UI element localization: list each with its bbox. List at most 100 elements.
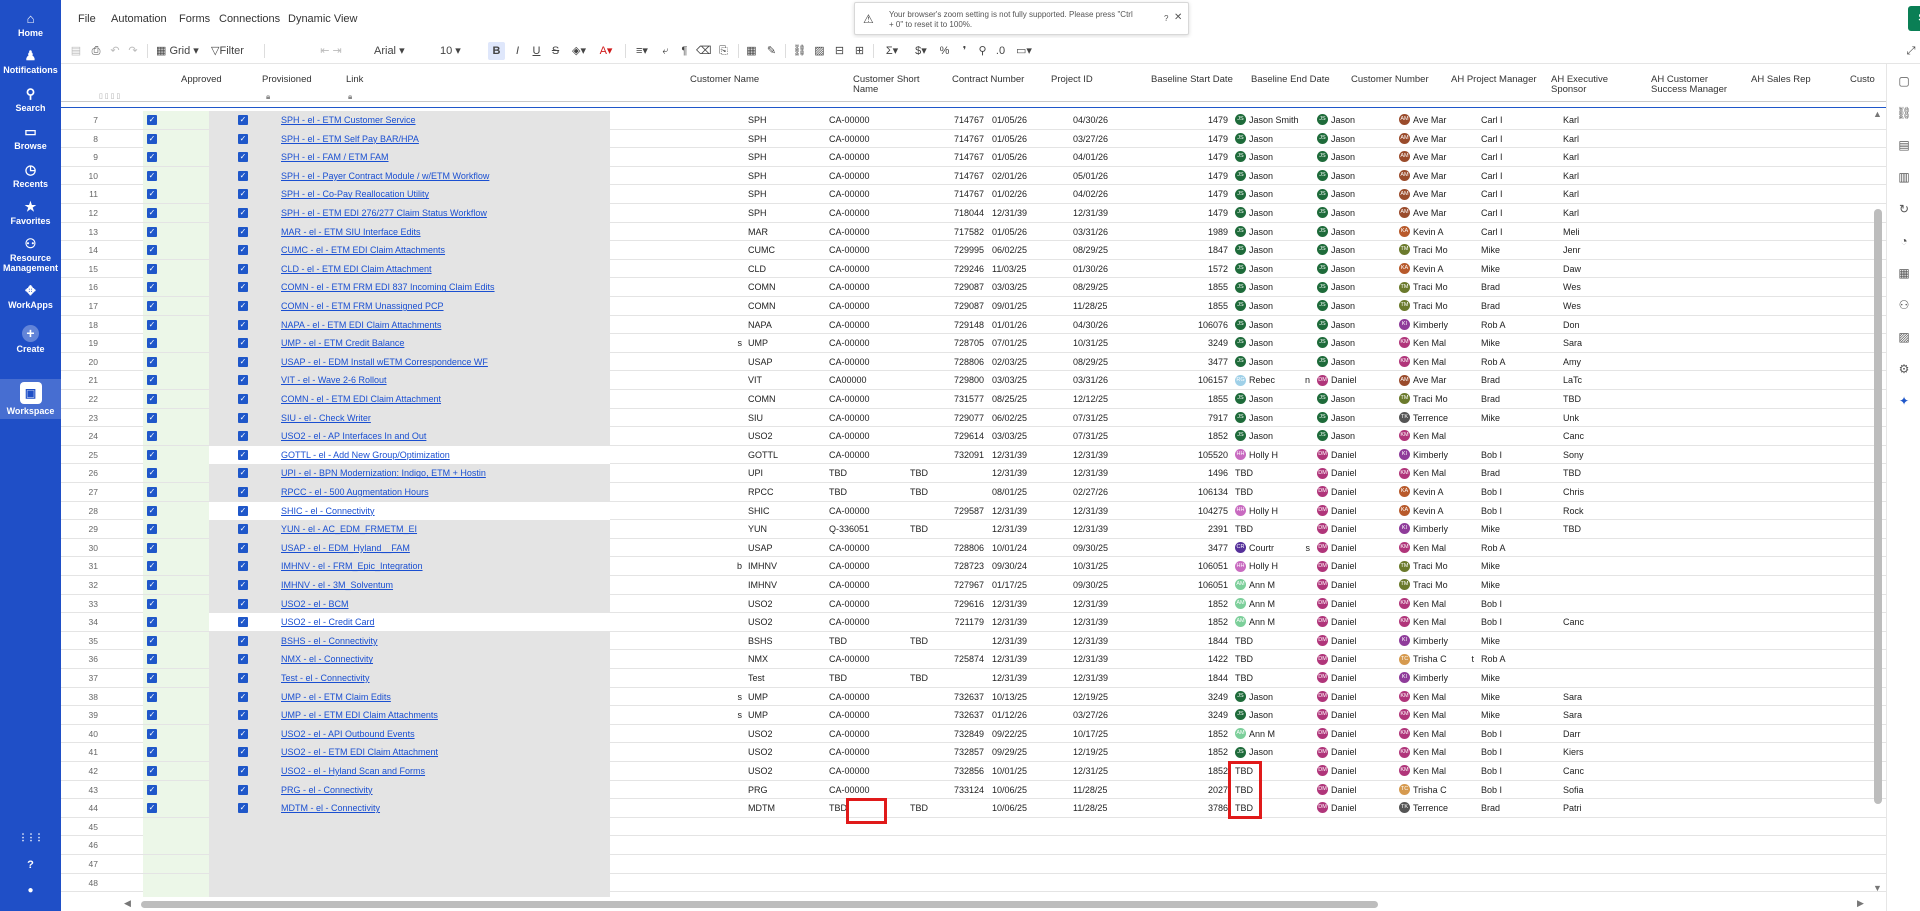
custom-cell[interactable]: Sofia <box>1559 781 1599 799</box>
customer-number-cell[interactable]: 1479 <box>1150 185 1232 203</box>
provisioned-cell[interactable]: ✓ <box>209 464 277 483</box>
indent-icons[interactable]: ⇤ ⇥ <box>307 42 355 60</box>
customer-short-cell[interactable]: USAP <box>744 353 824 371</box>
contract-number-cell[interactable]: TBD <box>825 669 905 687</box>
executive-sponsor-cell[interactable]: JS Jason <box>1313 297 1395 315</box>
customer-short-cell[interactable]: USO2 <box>744 427 824 445</box>
checkbox-checked[interactable]: ✓ <box>147 524 157 535</box>
table-row[interactable]: 19 ✓ ✓ UMP - el - ETM Credit Balance s UMP CA-… <box>61 334 1886 353</box>
project-manager-cell[interactable]: JS Jason <box>1231 223 1313 241</box>
csm-cell[interactable]: KA Kevin A <box>1395 483 1477 501</box>
customer-name-cell[interactable] <box>610 725 744 743</box>
provisioned-cell[interactable]: ✓ <box>209 501 277 520</box>
csm-cell[interactable]: KI Kimberly <box>1395 632 1477 650</box>
scroll-up-icon[interactable]: ▲ <box>1873 109 1882 119</box>
checkbox-checked[interactable]: ✓ <box>238 170 248 181</box>
customer-name-cell[interactable] <box>610 130 744 148</box>
column-header-contract-number[interactable]: Contract Number <box>948 75 1024 85</box>
customer-short-cell[interactable]: PRG <box>744 781 824 799</box>
csm-cell[interactable]: TM Traci Mo <box>1395 576 1477 594</box>
contract-number-cell[interactable]: CA-00000 <box>825 353 905 371</box>
checkbox-checked[interactable]: ✓ <box>147 691 157 702</box>
csm-cell[interactable]: KI Kimberly <box>1395 669 1477 687</box>
checkbox-checked[interactable]: ✓ <box>238 338 248 349</box>
custom-cell[interactable]: Darr <box>1559 725 1599 743</box>
sales-rep-cell[interactable]: Mike <box>1477 557 1559 575</box>
checkbox-checked[interactable]: ✓ <box>238 282 248 293</box>
share-button[interactable]: Share ▾ <box>1908 6 1920 31</box>
connect-icon[interactable]: ⚇ <box>1895 298 1913 312</box>
expand-icon[interactable]: ⤢ <box>1903 42 1919 60</box>
project-manager-cell[interactable]: JS Jason <box>1231 130 1313 148</box>
baseline-start-cell[interactable]: 09/01/25 <box>988 297 1070 315</box>
baseline-end-cell[interactable]: 07/31/25 <box>1069 427 1151 445</box>
executive-sponsor-cell[interactable]: DM Daniel <box>1313 520 1395 538</box>
provisioned-cell[interactable]: ✓ <box>209 315 277 334</box>
sales-rep-cell[interactable]: Brad <box>1477 371 1559 389</box>
csm-cell[interactable]: TM Traci Mo <box>1395 390 1477 408</box>
csm-cell[interactable]: AM Ave Mar <box>1395 130 1477 148</box>
custom-cell[interactable]: Sara <box>1559 334 1599 352</box>
checkbox-checked[interactable]: ✓ <box>238 580 248 590</box>
nav-create[interactable]: + Create <box>0 325 61 354</box>
checkbox-checked[interactable]: ✓ <box>147 226 157 237</box>
checkbox-checked[interactable]: ✓ <box>238 747 248 758</box>
empty-cell[interactable] <box>143 836 209 855</box>
executive-sponsor-cell[interactable]: JS Jason <box>1313 241 1395 259</box>
sales-rep-cell[interactable]: Bob I <box>1477 725 1559 743</box>
project-id-cell[interactable]: 733124 <box>906 781 988 799</box>
contract-number-cell[interactable]: CA00000 <box>825 371 905 389</box>
customer-short-cell[interactable]: SPH <box>744 185 824 203</box>
provisioned-cell[interactable]: ✓ <box>209 445 277 464</box>
chart-icon[interactable]: ▨ <box>1895 330 1913 344</box>
checkbox-checked[interactable]: ✓ <box>238 431 248 442</box>
sales-rep-cell[interactable]: Bob I <box>1477 781 1559 799</box>
custom-cell[interactable]: Rock <box>1559 502 1599 520</box>
customer-short-cell[interactable]: USO2 <box>744 613 824 631</box>
sales-rep-cell[interactable]: Bob I <box>1477 595 1559 613</box>
executive-sponsor-cell[interactable]: JS Jason <box>1313 316 1395 334</box>
sales-rep-cell[interactable]: Mike <box>1477 706 1559 724</box>
nav-recents[interactable]: ◷ Recents <box>0 163 61 190</box>
project-manager-cell[interactable]: TBD <box>1231 464 1313 482</box>
column-header-link[interactable]: Link <box>342 75 363 85</box>
baseline-start-cell[interactable]: 11/03/25 <box>988 260 1070 278</box>
column-header-ah-executive-sponsor[interactable]: AH Executive Sponsor <box>1547 75 1608 95</box>
contract-number-cell[interactable]: CA-00000 <box>825 130 905 148</box>
customer-name-cell[interactable] <box>610 427 744 445</box>
table-row[interactable]: 14 ✓ ✓ CUMC - el - ETM EDI Claim Attachment… <box>61 241 1886 260</box>
approved-cell[interactable]: ✓ <box>143 576 209 594</box>
bold-button[interactable]: B <box>488 42 505 60</box>
baseline-end-cell[interactable]: 12/31/39 <box>1069 669 1151 687</box>
custom-cell[interactable]: Karl <box>1559 130 1599 148</box>
baseline-start-cell[interactable]: 10/01/24 <box>988 539 1070 557</box>
checkbox-checked[interactable]: ✓ <box>238 189 248 200</box>
table-row[interactable]: 26 ✓ ✓ UPI - el - BPN Modernization: Indigo… <box>61 464 1886 483</box>
project-id-cell[interactable]: 729800 <box>906 371 988 389</box>
sales-rep-cell[interactable]: Mike <box>1477 632 1559 650</box>
contract-number-cell[interactable]: TBD <box>825 632 905 650</box>
contract-number-cell[interactable]: CA-00000 <box>825 111 905 129</box>
table-row[interactable]: 35 ✓ ✓ BSHS - el - Connectivity BSHS TBD TBD 12… <box>61 631 1886 651</box>
checkbox-checked[interactable]: ✓ <box>238 245 248 256</box>
link-cell[interactable]: UMP - el - ETM Credit Balance <box>277 334 610 353</box>
checkbox-checked[interactable]: ✓ <box>238 133 248 144</box>
sales-rep-cell[interactable]: Bob I <box>1477 743 1559 761</box>
link-cell[interactable]: CLD - el - ETM EDI Claim Attachment <box>277 259 610 278</box>
baseline-end-cell[interactable]: 11/28/25 <box>1069 297 1151 315</box>
checkbox-checked[interactable]: ✓ <box>238 635 248 646</box>
customer-short-cell[interactable]: IMHNV <box>744 576 824 594</box>
contract-number-cell[interactable]: CA-00000 <box>825 427 905 445</box>
customer-short-cell[interactable]: COMN <box>744 390 824 408</box>
project-manager-cell[interactable]: AM Ann M <box>1231 576 1313 594</box>
customer-name-cell[interactable] <box>610 669 744 687</box>
project-id-cell[interactable]: 728723 <box>906 557 988 575</box>
checkbox-checked[interactable]: ✓ <box>238 152 248 163</box>
zoom-icon[interactable]: ⚲ <box>975 42 990 60</box>
link-cell[interactable]: RPCC - el - 500 Augmentation Hours <box>277 483 610 501</box>
project-id-cell[interactable]: 717582 <box>906 223 988 241</box>
project-manager-cell[interactable]: JS Jason <box>1231 390 1313 408</box>
table-row[interactable]: 18 ✓ ✓ NAPA - el - ETM EDI Claim Attachment… <box>61 315 1886 335</box>
proofing-icon[interactable]: ▤ <box>1895 138 1913 152</box>
customer-number-cell[interactable]: 1847 <box>1150 241 1232 259</box>
